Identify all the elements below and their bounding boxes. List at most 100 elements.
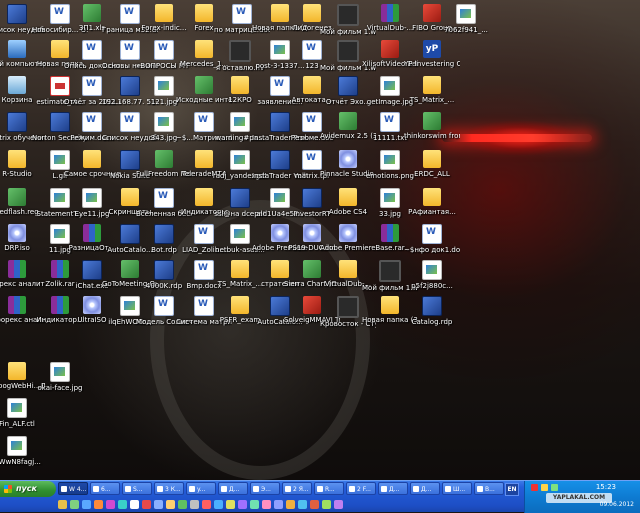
quick-launch-icon[interactable] (310, 500, 319, 509)
quick-launch-icon[interactable] (226, 500, 235, 509)
window-icon (349, 486, 355, 492)
folder-icon (423, 188, 441, 206)
red-icon (381, 40, 399, 58)
desktop-icon[interactable]: thinkorswim from TD A... (404, 112, 460, 140)
desktop-icon[interactable]: ~$нфо док1.doc (404, 224, 460, 254)
folder-icon (155, 4, 173, 22)
taskbar-window-button[interactable]: R... (314, 482, 344, 495)
quick-launch-icon[interactable] (334, 500, 343, 509)
rar-icon (83, 224, 101, 242)
desktop-icon-label: Catalog.rdp (411, 318, 453, 326)
taskbar-window-button[interactable]: 3 К... (154, 482, 184, 495)
quick-launch-icon[interactable] (178, 500, 187, 509)
taskbar-window-button[interactable]: Э... (250, 482, 280, 495)
window-icon (381, 486, 387, 492)
taskbar-window-button[interactable]: Д... (218, 482, 248, 495)
folder-icon (303, 76, 321, 94)
quick-launch-icon[interactable] (274, 500, 283, 509)
vid-icon (337, 4, 359, 26)
quick-launch-icon[interactable] (286, 500, 295, 509)
desktop-icon-label: okai-face.jpg (37, 384, 83, 392)
taskbar-window-button[interactable]: Д... (410, 482, 440, 495)
quick-launch-icon[interactable] (190, 500, 199, 509)
disc-icon (339, 150, 357, 168)
quick-launch-icon[interactable] (154, 500, 163, 509)
taskbar-window-button[interactable]: 2 F... (346, 482, 376, 495)
taskbar-window-button[interactable]: y... (186, 482, 216, 495)
taskbar-window-label: Д... (421, 486, 432, 493)
folder-icon (195, 40, 213, 58)
window-icon (93, 486, 99, 492)
desktop-icon[interactable]: РАфиантая... (404, 188, 460, 216)
taskbar-window-button[interactable]: В... (474, 482, 504, 495)
volume-icon[interactable] (551, 484, 558, 491)
quick-launch-icon[interactable] (142, 500, 151, 509)
desktop-icon[interactable]: YP-Investering Client Terminal (404, 40, 460, 68)
quick-launch-icon[interactable] (238, 500, 247, 509)
folder-icon (423, 150, 441, 168)
disc-icon (339, 224, 357, 242)
quick-launch-icon[interactable] (94, 500, 103, 509)
taskbar-window-label: Ш... (453, 486, 466, 493)
taskbar-window-button[interactable]: Д... (378, 482, 408, 495)
taskbar-window-label: Э... (261, 486, 271, 493)
desktop-icon[interactable]: p5f2j880c... (404, 260, 460, 290)
exe-icon (82, 260, 102, 280)
desktop-icon[interactable]: okai-face.jpg (32, 362, 88, 392)
desktop-icon-label: 7062f941_... (444, 26, 488, 34)
img-icon (380, 188, 400, 208)
quick-launch-icon[interactable] (70, 500, 79, 509)
start-button[interactable]: пуск (0, 481, 56, 497)
img-icon (50, 362, 70, 382)
network-icon[interactable] (541, 484, 548, 491)
antivirus-icon[interactable] (531, 484, 538, 491)
desktop-icon[interactable]: QWwN8fagj... (0, 436, 45, 466)
desktop-icon[interactable]: TS_Matrix_... (404, 76, 460, 104)
taskbar-window-button[interactable]: S... (122, 482, 152, 495)
doc-icon (302, 112, 322, 132)
desktop-icon[interactable]: Catalog.rdp (404, 296, 460, 326)
language-indicator[interactable]: EN (505, 483, 519, 496)
taskbar-window-button[interactable]: 6... (90, 482, 120, 495)
taskbar-window-button[interactable]: 2 Я... (282, 482, 312, 495)
window-icon (477, 486, 483, 492)
doc-icon (380, 112, 400, 132)
quick-launch-icon[interactable] (262, 500, 271, 509)
rar-icon (381, 224, 399, 242)
exe-icon (7, 112, 27, 132)
quick-launch-icon[interactable] (250, 500, 259, 509)
doc-icon (232, 4, 252, 24)
quick-launch-icon[interactable] (130, 500, 139, 509)
quick-launch-icon[interactable] (58, 500, 67, 509)
quick-launch-icon[interactable] (298, 500, 307, 509)
quick-launch-icon[interactable] (106, 500, 115, 509)
exe-icon (154, 224, 174, 244)
folder-icon (231, 296, 249, 314)
quick-launch-icon[interactable] (202, 500, 211, 509)
taskbar-window-label: Д... (229, 486, 240, 493)
clock-time[interactable]: 15:23 (596, 483, 616, 491)
taskbar-window-label: y... (197, 486, 206, 493)
desktop-icon[interactable]: Fin_ALF.ctl (0, 398, 45, 428)
doc-icon (302, 40, 322, 60)
img-icon (7, 398, 27, 418)
quick-launch-icon[interactable] (214, 500, 223, 509)
app-icon (339, 112, 357, 130)
window-icon (189, 486, 195, 492)
quick-launch-icon[interactable] (166, 500, 175, 509)
start-label: пуск (16, 484, 37, 493)
quick-launch-icon[interactable] (118, 500, 127, 509)
img-icon (82, 188, 102, 208)
rar-icon (8, 296, 26, 314)
desktop[interactable]: Список неудобств...Новосибир... О... Жиз… (0, 0, 640, 480)
taskbar-window-button[interactable]: W 4... (58, 482, 88, 495)
taskbar-window-button[interactable]: Ш... (442, 482, 472, 495)
windows-logo-icon (4, 485, 12, 493)
img-icon (230, 150, 250, 170)
desktop-icon[interactable]: ERDC_ALL (404, 150, 460, 178)
vid-icon (337, 296, 359, 318)
folder-icon (381, 296, 399, 314)
quick-launch-icon[interactable] (322, 500, 331, 509)
desktop-icon[interactable]: 7062f941_... (438, 4, 494, 34)
quick-launch-icon[interactable] (82, 500, 91, 509)
